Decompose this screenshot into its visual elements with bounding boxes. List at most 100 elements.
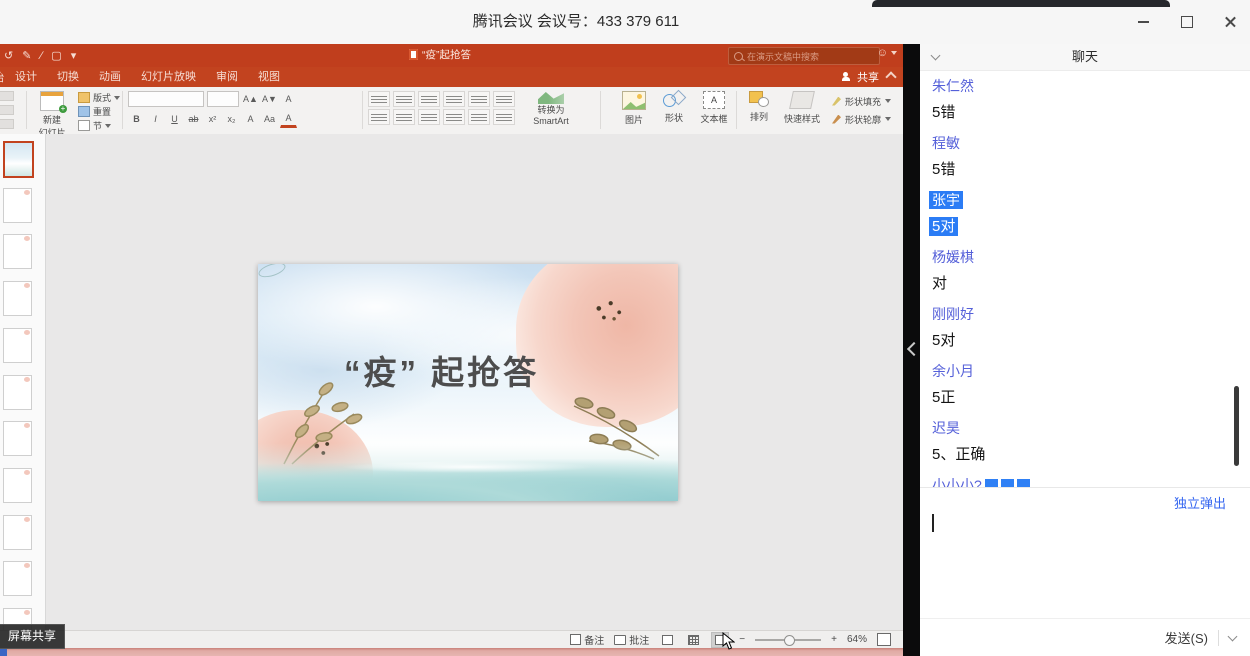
reset-button[interactable]: 重置 [78,106,120,117]
chat-message-sender[interactable]: 余小月 [932,363,1250,379]
ribbon-tab-切换[interactable]: 切换 [47,67,89,87]
slide-thumbnail-4[interactable] [3,281,32,316]
font-format-button[interactable]: x₂ [223,110,240,127]
chat-message-text[interactable]: 5错 [932,105,1250,121]
shapes-button[interactable]: 形状 [652,91,696,124]
paragraph-button[interactable] [418,109,440,125]
fit-to-window-icon[interactable] [877,633,891,646]
slide-thumbnail-10[interactable] [3,561,32,596]
paragraph-button[interactable] [393,109,415,125]
undo-icon[interactable]: ↺ [4,49,13,62]
new-doc-icon[interactable]: ▢ [51,49,61,62]
close-icon[interactable] [1222,13,1240,31]
minimize-icon[interactable] [1134,13,1152,31]
chat-message-list[interactable]: 朱仁然5错程敏5错张宇5对杨媛棋对刚刚好5对余小月5正迟昊5、正确小小小? [920,70,1250,487]
zoom-slider[interactable] [755,639,821,641]
chat-message-sender[interactable]: 小小小? [932,477,1250,487]
zoom-out-button[interactable]: − [739,634,745,645]
shape-outline-button[interactable]: 形状轮廓 [832,112,891,126]
pen-icon[interactable]: ∕ [40,50,42,62]
chat-message-text[interactable]: 5、正确 [932,447,1250,463]
chat-message-sender[interactable]: 程敏 [932,135,1250,151]
convert-smartart-button[interactable]: 转换为SmartArt [520,92,582,128]
send-button[interactable]: 发送(S) [1165,628,1208,647]
comments-button[interactable]: 批注 [614,632,649,647]
current-slide[interactable]: “疫” 起抢答 [258,264,678,501]
picture-button[interactable]: 图片 [612,91,656,126]
edit-icon[interactable]: ✎ [22,49,31,62]
paragraph-button[interactable] [368,91,390,107]
qat-more-icon[interactable]: ▾ [71,49,77,62]
send-dropdown-icon[interactable] [1229,635,1236,640]
ribbon-tab-审阅[interactable]: 审阅 [206,67,248,87]
slide-thumbnail-6[interactable] [3,375,32,410]
slide-thumbnail-9[interactable] [3,515,32,550]
chat-message-text[interactable]: 对 [932,276,1250,292]
section-button[interactable]: 节 [78,120,120,131]
chat-message-text[interactable]: 5对 [932,219,1250,235]
paragraph-button[interactable] [443,109,465,125]
chat-message-sender[interactable]: 杨媛棋 [932,249,1250,265]
chat-message-sender[interactable]: 朱仁然 [932,78,1250,94]
slide-thumbnail-3[interactable] [3,234,32,269]
ribbon-tab-设计[interactable]: 设计 [5,67,47,87]
slide-sorter-view-button[interactable] [685,633,701,647]
chat-message-sender[interactable]: 张宇 [932,192,1250,208]
font-format-button[interactable]: ab [185,110,202,127]
ribbon-tab-动画[interactable]: 动画 [89,67,131,87]
paragraph-button[interactable] [468,109,490,125]
font-size-box[interactable] [207,91,239,107]
zoom-percent[interactable]: 64% [847,634,867,645]
zoom-in-button[interactable]: + [831,634,837,645]
font-format-button[interactable]: I [147,110,164,127]
slide-thumbnail-1[interactable] [3,141,34,178]
chat-message-sender[interactable]: 刚刚好 [932,306,1250,322]
font-size-button[interactable]: A▲ [242,91,259,108]
chat-message-text[interactable]: 5错 [932,162,1250,178]
paragraph-button[interactable] [393,91,415,107]
chevron-down-icon[interactable] [932,52,942,62]
collapse-chat-handle[interactable] [905,336,919,362]
maximize-icon[interactable] [1178,13,1196,31]
font-size-button[interactable]: A▼ [261,91,278,108]
ribbon-tab-视图[interactable]: 视图 [248,67,290,87]
chat-message-text[interactable]: 5正 [932,390,1250,406]
paragraph-button[interactable] [418,91,440,107]
normal-view-button[interactable] [659,633,675,647]
chat-message-sender[interactable]: 迟昊 [932,420,1250,436]
textbox-button[interactable]: A 文本框 [692,91,736,125]
font-format-button[interactable]: A [242,110,259,127]
arrange-button[interactable]: 排列 [742,91,776,123]
font-size-button[interactable]: A [280,91,297,108]
font-format-button[interactable]: B [128,110,145,127]
chat-scrollbar[interactable] [1234,386,1239,466]
font-format-button[interactable]: U [166,110,183,127]
paragraph-button[interactable] [468,91,490,107]
ribbon-tab-幻灯片放映[interactable]: 幻灯片放映 [131,67,206,87]
font-name-box[interactable] [128,91,204,107]
ribbon-display-options[interactable]: ☺ [877,47,897,59]
font-format-button[interactable]: Aa [261,110,278,127]
ppt-share-button[interactable]: 共享 [842,67,879,87]
quick-styles-button[interactable]: 快速样式 [778,91,826,125]
font-format-button[interactable]: A [280,109,297,128]
notes-button[interactable]: 备注 [570,632,604,647]
search-box[interactable]: 在演示文稿中搜索 [728,47,880,65]
new-slide-button[interactable]: + 新建幻灯片 [32,91,72,139]
slide-thumbnail-2[interactable] [3,188,32,223]
font-format-button[interactable]: x² [204,110,221,127]
slide-thumbnail-5[interactable] [3,328,32,363]
shape-fill-button[interactable]: 形状填充 [832,94,891,108]
paragraph-button[interactable] [493,109,515,125]
chat-message-text[interactable]: 5对 [932,333,1250,349]
chat-input-area[interactable] [920,511,1250,618]
slide-thumbnail-8[interactable] [3,468,32,503]
paragraph-button[interactable] [443,91,465,107]
slide-thumbnail-7[interactable] [3,421,32,456]
collapse-ribbon-icon[interactable] [887,70,897,80]
paragraph-button[interactable] [493,91,515,107]
layout-button[interactable]: 版式 [78,92,120,103]
popout-link[interactable]: 独立弹出 [1174,493,1226,512]
zoom-slider-thumb[interactable] [784,635,795,646]
paragraph-button[interactable] [368,109,390,125]
